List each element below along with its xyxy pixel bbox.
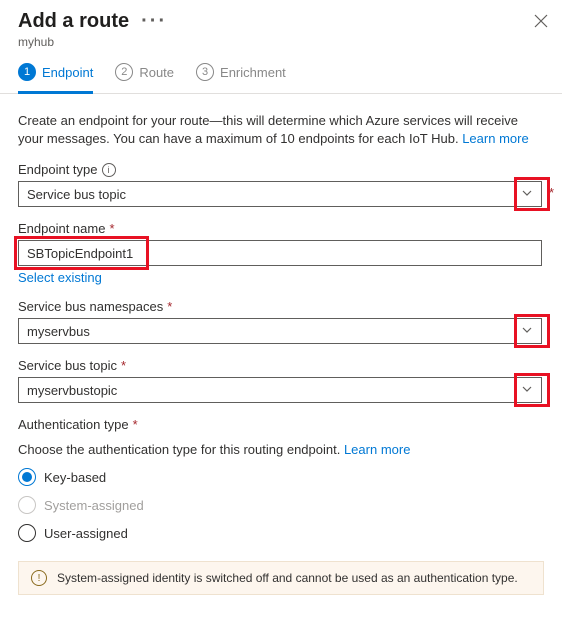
tab-label: Endpoint: [42, 65, 93, 80]
warning-banner: ! System-assigned identity is switched o…: [18, 561, 544, 595]
chevron-down-icon: [521, 187, 533, 202]
auth-learn-more-link[interactable]: Learn more: [344, 442, 410, 457]
learn-more-link[interactable]: Learn more: [462, 131, 528, 146]
tab-label: Route: [139, 65, 174, 80]
radio-label: Key-based: [44, 470, 106, 485]
required-indicator: *: [549, 185, 554, 200]
tab-step-number: 1: [18, 63, 36, 81]
radio-user-assigned[interactable]: [18, 524, 36, 542]
endpoint-type-select[interactable]: Service bus topic: [18, 181, 542, 207]
chevron-down-icon: [521, 383, 533, 398]
radio-label: User-assigned: [44, 526, 128, 541]
tab-endpoint[interactable]: 1 Endpoint: [18, 63, 93, 94]
wizard-tabs: 1 Endpoint 2 Route 3 Enrichment: [0, 49, 562, 94]
namespaces-label: Service bus namespaces: [18, 299, 163, 314]
namespaces-select[interactable]: myservbus: [18, 318, 542, 344]
radio-system-assigned: [18, 496, 36, 514]
close-icon[interactable]: [534, 14, 548, 33]
endpoint-name-input[interactable]: SBTopicEndpoint1: [18, 240, 542, 266]
more-icon[interactable]: ···: [141, 10, 167, 33]
auth-helper-text: Choose the authentication type for this …: [18, 442, 544, 457]
warning-icon: !: [31, 570, 47, 586]
tab-step-number: 2: [115, 63, 133, 81]
required-indicator: *: [133, 417, 138, 432]
select-existing-link[interactable]: Select existing: [18, 270, 102, 285]
required-indicator: *: [109, 221, 114, 236]
radio-label: System-assigned: [44, 498, 144, 513]
tab-route[interactable]: 2 Route: [115, 63, 174, 94]
required-indicator: *: [121, 358, 126, 373]
tab-enrichment[interactable]: 3 Enrichment: [196, 63, 286, 94]
tab-label: Enrichment: [220, 65, 286, 80]
auth-type-label: Authentication type: [18, 417, 129, 432]
topic-select[interactable]: myservbustopic: [18, 377, 542, 403]
radio-key-based[interactable]: [18, 468, 36, 486]
info-icon[interactable]: i: [102, 163, 116, 177]
auth-type-radios: Key-based System-assigned User-assigned: [18, 463, 544, 547]
intro-text: Create an endpoint for your route—this w…: [18, 112, 544, 148]
hub-name: myhub: [18, 35, 544, 49]
chevron-down-icon: [521, 324, 533, 339]
topic-label: Service bus topic: [18, 358, 117, 373]
tab-step-number: 3: [196, 63, 214, 81]
panel-title: Add a route: [18, 10, 129, 33]
endpoint-type-label: Endpoint type: [18, 162, 98, 177]
endpoint-name-label: Endpoint name: [18, 221, 105, 236]
required-indicator: *: [167, 299, 172, 314]
